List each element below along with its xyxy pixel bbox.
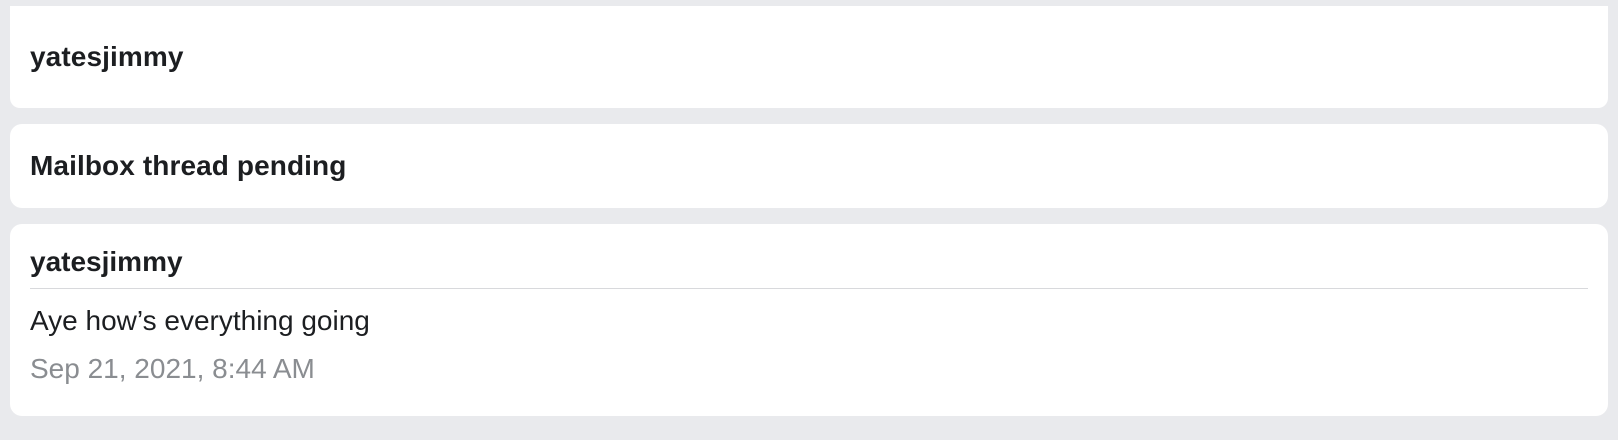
thread-status-card: Mailbox thread pending bbox=[10, 124, 1608, 208]
thread-status-text: Mailbox thread pending bbox=[30, 150, 347, 181]
thread-participant-name[interactable]: yatesjimmy bbox=[30, 41, 184, 73]
thread-page: yatesjimmy Mailbox thread pending yatesj… bbox=[0, 0, 1618, 440]
message-body: Aye how’s everything going bbox=[30, 305, 370, 336]
message-timestamp: Sep 21, 2021, 8:44 AM bbox=[30, 353, 315, 384]
message-card: yatesjimmy Aye how’s everything going Se… bbox=[10, 224, 1608, 416]
message-author[interactable]: yatesjimmy bbox=[30, 244, 1588, 289]
thread-header-card: yatesjimmy bbox=[10, 6, 1608, 108]
